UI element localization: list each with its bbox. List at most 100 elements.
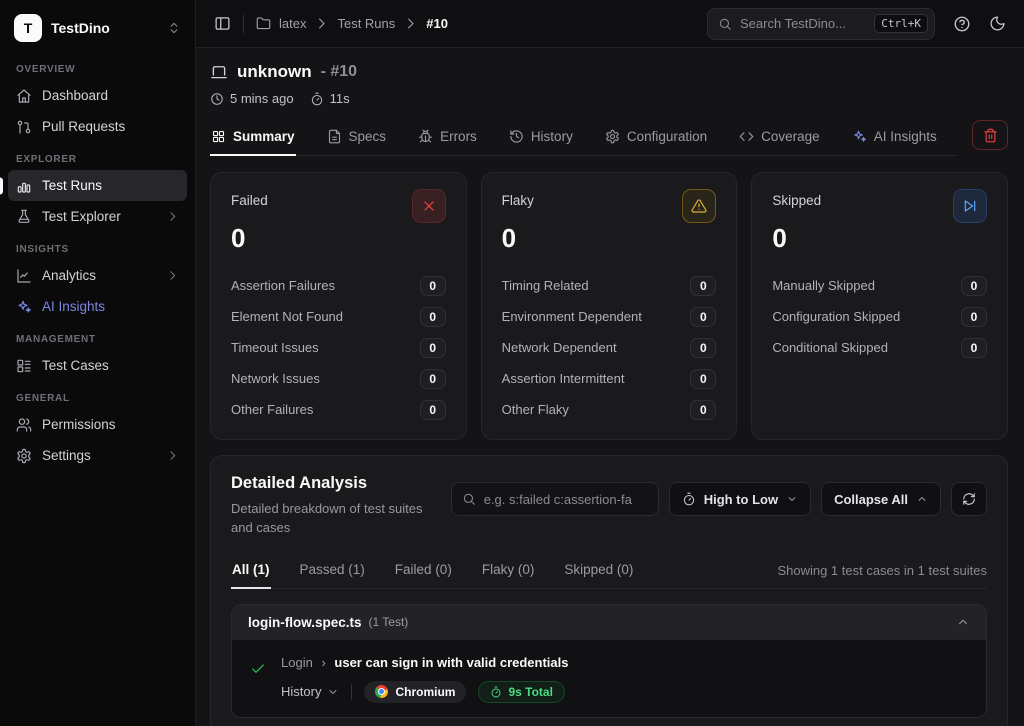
sidebar-item-test-cases[interactable]: Test Cases: [8, 350, 187, 381]
test-group: Login: [281, 655, 313, 670]
sidebar: T TestDino Overview Dashboard Pull Reque…: [0, 0, 196, 726]
sidebar-item-ai-insights[interactable]: AI Insights: [8, 291, 187, 322]
run-meta-row: 5 mins ago 11s: [210, 91, 1008, 106]
card-row: Conditional Skipped 0: [772, 332, 987, 363]
filter-tab-flaky[interactable]: Flaky (0): [481, 554, 536, 589]
breadcrumb-project[interactable]: latex: [279, 16, 306, 31]
tab-ai-insights[interactable]: AI Insights: [851, 120, 938, 156]
search-icon: [718, 17, 732, 31]
row-label: Element Not Found: [231, 309, 343, 324]
filter-tab-all[interactable]: All (1): [231, 554, 271, 589]
sidebar-item-label: Permissions: [42, 417, 116, 432]
bar-chart-icon: [16, 178, 32, 194]
delete-run-button[interactable]: [972, 120, 1008, 150]
check-icon: [250, 661, 266, 677]
row-value-badge: 0: [961, 338, 987, 358]
row-label: Other Flaky: [502, 402, 569, 417]
test-title-line: Login › user can sign in with valid cred…: [281, 655, 568, 670]
row-label: Timing Related: [502, 278, 589, 293]
gear-icon: [605, 129, 620, 144]
row-value-badge: 0: [961, 307, 987, 327]
sort-label: High to Low: [704, 492, 778, 507]
sidebar-item-analytics[interactable]: Analytics: [8, 260, 187, 291]
app-window: T TestDino Overview Dashboard Pull Reque…: [0, 0, 1024, 726]
filter-tab-skipped[interactable]: Skipped (0): [563, 554, 634, 589]
duration-text: 11s: [330, 91, 350, 106]
breadcrumb: latex Test Runs #10: [256, 16, 448, 31]
analysis-search-input[interactable]: [484, 492, 648, 507]
card-row: Element Not Found 0: [231, 301, 446, 332]
run-time-ago: 5 mins ago: [210, 91, 294, 106]
tab-label: Errors: [440, 129, 477, 144]
filter-tab-failed[interactable]: Failed (0): [394, 554, 453, 589]
collapse-all-button[interactable]: Collapse All: [821, 482, 941, 516]
row-value-badge: 0: [420, 276, 446, 296]
history-label: History: [281, 684, 321, 699]
shortcut-badge: Ctrl+K: [874, 14, 928, 33]
sidebar-item-test-explorer[interactable]: Test Explorer: [8, 201, 187, 232]
topbar-right: Ctrl+K: [707, 8, 1006, 40]
row-label: Assertion Intermittent: [502, 371, 625, 386]
card-row: Assertion Failures 0: [231, 270, 446, 301]
global-search[interactable]: Ctrl+K: [707, 8, 935, 40]
duration-value: 9s Total: [508, 685, 552, 699]
tab-history[interactable]: History: [508, 120, 574, 156]
sidebar-item-pull-requests[interactable]: Pull Requests: [8, 111, 187, 142]
folder-icon: [256, 16, 271, 31]
theme-toggle-button[interactable]: [989, 15, 1006, 32]
help-circle-icon: [953, 15, 971, 33]
test-meta-line: History Chromium 9s To: [281, 681, 568, 703]
tab-label: Configuration: [627, 129, 707, 144]
home-icon: [16, 88, 32, 104]
sidebar-item-label: Settings: [42, 448, 91, 463]
suite-header[interactable]: login-flow.spec.ts (1 Test): [232, 605, 986, 640]
warning-triangle-icon: [691, 198, 707, 214]
detailed-analysis-controls: High to Low Collapse All: [451, 474, 987, 516]
sidebar-item-dashboard[interactable]: Dashboard: [8, 80, 187, 111]
sidebar-item-test-runs[interactable]: Test Runs: [8, 170, 187, 201]
org-switcher[interactable]: T TestDino: [8, 10, 187, 52]
filter-tab-passed[interactable]: Passed (1): [299, 554, 366, 589]
row-label: Network Issues: [231, 371, 320, 386]
sidebar-item-label: AI Insights: [42, 299, 105, 314]
app-name: TestDino: [51, 20, 158, 36]
help-button[interactable]: [953, 15, 971, 33]
row-label: Configuration Skipped: [772, 309, 900, 324]
grid-icon: [211, 129, 226, 144]
skipped-iconbox: [953, 189, 987, 223]
analysis-search[interactable]: [451, 482, 659, 516]
sidebar-item-permissions[interactable]: Permissions: [8, 409, 187, 440]
tab-summary[interactable]: Summary: [210, 120, 296, 156]
refresh-button[interactable]: [951, 482, 987, 516]
card-rows: Assertion Failures 0 Element Not Found 0…: [231, 270, 446, 425]
history-dropdown[interactable]: History: [281, 684, 339, 699]
row-value-badge: 0: [420, 307, 446, 327]
pull-request-icon: [16, 119, 32, 135]
suite-test-count: (1 Test): [369, 615, 409, 629]
breadcrumb-section[interactable]: Test Runs: [337, 16, 395, 31]
tab-specs[interactable]: Specs: [326, 120, 388, 156]
test-row[interactable]: Login › user can sign in with valid cred…: [232, 640, 986, 717]
search-icon: [462, 492, 476, 506]
global-search-input[interactable]: [740, 16, 866, 31]
timer-icon: [490, 686, 502, 698]
section-label-management: Management: [8, 322, 187, 350]
section-label-explorer: Explorer: [8, 142, 187, 170]
tab-coverage[interactable]: Coverage: [738, 120, 821, 156]
sidebar-item-settings[interactable]: Settings: [8, 440, 187, 471]
chevron-right-icon: [166, 449, 179, 462]
sort-dropdown[interactable]: High to Low: [669, 482, 811, 516]
chevron-down-icon: [786, 493, 798, 505]
chevron-up-icon: [956, 615, 970, 629]
section-label-insights: Insights: [8, 232, 187, 260]
card-row: Configuration Skipped 0: [772, 301, 987, 332]
x-icon: [421, 198, 437, 214]
detailed-analysis-card: Detailed Analysis Detailed breakdown of …: [210, 455, 1008, 726]
sidebar-toggle-button[interactable]: [214, 15, 231, 32]
time-ago-text: 5 mins ago: [230, 91, 294, 106]
tab-configuration[interactable]: Configuration: [604, 120, 708, 156]
tab-errors[interactable]: Errors: [417, 120, 478, 156]
run-tabs: Summary Specs Errors History: [210, 120, 958, 156]
card-rows: Manually Skipped 0 Configuration Skipped…: [772, 270, 987, 363]
flaky-iconbox: [682, 189, 716, 223]
